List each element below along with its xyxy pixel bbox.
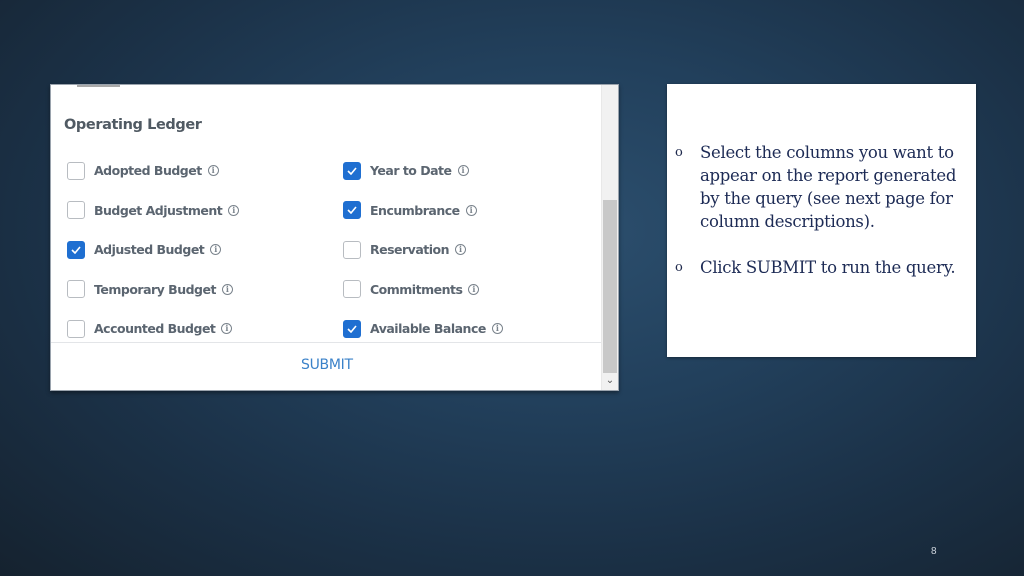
instruction-item: o Select the columns you want to appear … bbox=[675, 141, 965, 233]
option-label: Year to Date bbox=[370, 163, 452, 179]
option-label: Commitments bbox=[370, 281, 463, 297]
vertical-scrollbar[interactable]: ⌄ bbox=[601, 85, 618, 390]
scroll-down-arrow-icon[interactable]: ⌄ bbox=[602, 374, 618, 388]
option-label: Budget Adjustment bbox=[94, 202, 223, 218]
info-icon[interactable]: i bbox=[207, 165, 219, 177]
instruction-item: o Click SUBMIT to run the query. bbox=[675, 256, 965, 279]
divider bbox=[51, 342, 601, 343]
option-label: Adjusted Budget bbox=[94, 242, 205, 258]
info-icon[interactable]: i bbox=[465, 204, 477, 216]
option-encumbrance[interactable]: Encumbrance i bbox=[343, 191, 503, 231]
option-reservation[interactable]: Reservation i bbox=[343, 230, 503, 270]
left-options-column: Adopted Budget i Budget Adjustment i Adj… bbox=[67, 151, 240, 349]
tab-indicator bbox=[77, 85, 120, 87]
option-year-to-date[interactable]: Year to Date i bbox=[343, 151, 503, 191]
option-budget-adjustment[interactable]: Budget Adjustment i bbox=[67, 191, 240, 231]
checkbox[interactable] bbox=[343, 319, 361, 338]
info-icon[interactable]: i bbox=[491, 323, 503, 335]
scrollbar-thumb[interactable] bbox=[603, 200, 617, 373]
bullet-icon: o bbox=[675, 260, 683, 275]
option-label: Available Balance bbox=[370, 321, 486, 337]
checkbox[interactable] bbox=[343, 240, 361, 259]
checkbox[interactable] bbox=[67, 240, 85, 259]
submit-button[interactable]: SUBMIT bbox=[301, 357, 353, 373]
option-label: Temporary Budget bbox=[94, 281, 216, 297]
info-icon[interactable]: i bbox=[221, 283, 233, 295]
info-icon[interactable]: i bbox=[455, 244, 467, 256]
checkbox[interactable] bbox=[67, 280, 85, 299]
option-label: Accounted Budget bbox=[94, 321, 216, 337]
info-icon[interactable]: i bbox=[210, 244, 222, 256]
checkbox[interactable] bbox=[343, 161, 361, 180]
checkbox[interactable] bbox=[343, 201, 361, 220]
instruction-text: Select the columns you want to appear on… bbox=[700, 143, 957, 231]
checkmark-icon bbox=[71, 246, 81, 254]
bullet-icon: o bbox=[675, 145, 683, 160]
option-label: Encumbrance bbox=[370, 202, 460, 218]
option-label: Adopted Budget bbox=[94, 163, 202, 179]
info-icon[interactable]: i bbox=[221, 323, 233, 335]
option-adjusted-budget[interactable]: Adjusted Budget i bbox=[67, 230, 239, 270]
info-icon[interactable]: i bbox=[457, 165, 469, 177]
option-adopted-budget[interactable]: Adopted Budget i bbox=[67, 151, 239, 191]
checkmark-icon bbox=[347, 167, 357, 175]
info-icon[interactable]: i bbox=[228, 204, 240, 216]
info-icon[interactable]: i bbox=[468, 283, 480, 295]
instruction-text: Click SUBMIT to run the query. bbox=[700, 258, 956, 277]
checkbox[interactable] bbox=[343, 280, 361, 299]
instructions-box: o Select the columns you want to appear … bbox=[667, 84, 976, 357]
checkbox[interactable] bbox=[67, 201, 85, 220]
instructions-list: o Select the columns you want to appear … bbox=[675, 141, 965, 302]
ledger-column-selector: Operating Ledger Adopted Budget i Budget… bbox=[50, 84, 619, 391]
checkmark-icon bbox=[347, 206, 357, 215]
option-label: Reservation bbox=[370, 242, 450, 258]
checkbox[interactable] bbox=[67, 319, 85, 338]
option-temporary-budget[interactable]: Temporary Budget i bbox=[67, 270, 239, 310]
section-title: Operating Ledger bbox=[64, 117, 202, 133]
right-options-column: Year to Date i Encumbrance i Reservation… bbox=[343, 151, 503, 349]
checkbox[interactable] bbox=[67, 161, 85, 180]
option-commitments[interactable]: Commitments i bbox=[343, 270, 503, 310]
page-number: 8 bbox=[931, 546, 937, 557]
checkmark-icon bbox=[347, 325, 357, 333]
